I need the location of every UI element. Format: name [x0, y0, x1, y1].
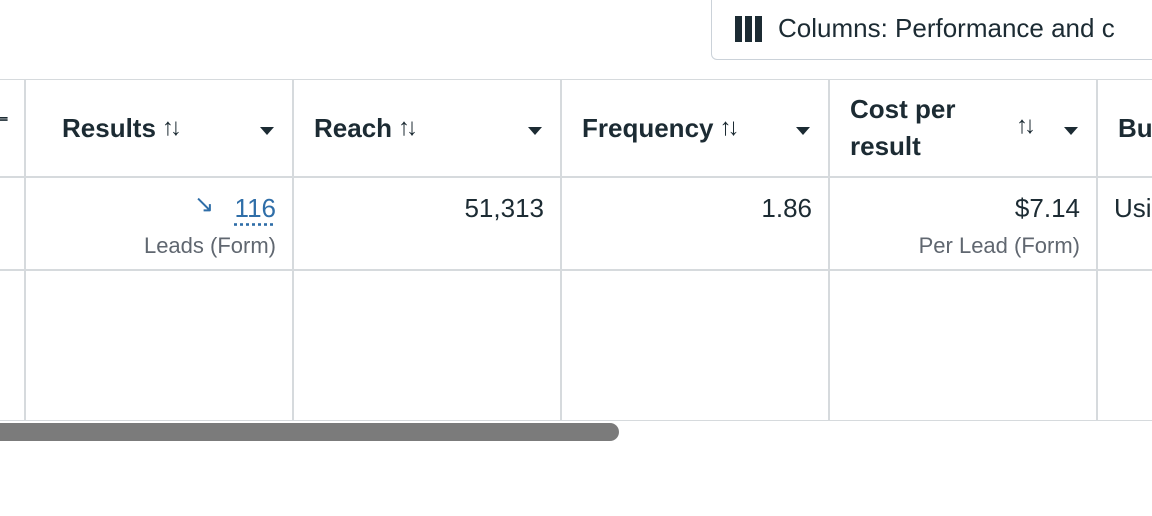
results-sub-label: Leads (Form)	[143, 233, 276, 258]
results-value-link[interactable]: 116	[235, 193, 276, 224]
header-partial-next[interactable]: Bu	[1118, 80, 1152, 176]
column-divider	[560, 80, 562, 420]
reach-value: 51,313	[464, 193, 544, 223]
header-frequency[interactable]: Frequency ↑↓	[582, 80, 802, 176]
header-cost-per-result[interactable]: Cost per result	[850, 80, 1010, 176]
column-divider	[828, 80, 830, 420]
chevron-down-icon[interactable]	[528, 127, 542, 135]
header-cost-line2: result	[850, 131, 921, 161]
sort-icon[interactable]: ↑↓	[1016, 112, 1036, 140]
column-divider	[1096, 80, 1098, 420]
frequency-value: 1.86	[761, 193, 812, 223]
column-divider	[292, 80, 294, 420]
trend-down-icon: ↘	[194, 191, 215, 218]
sort-icon[interactable]: ↑↓	[162, 114, 182, 142]
row-divider	[0, 269, 1152, 271]
partial-column-icon: ⁼	[0, 112, 9, 134]
columns-icon	[735, 15, 762, 42]
horizontal-scrollbar-thumb[interactable]	[0, 423, 619, 441]
header-results-label: Results	[62, 112, 156, 143]
columns-button[interactable]: Columns: Performance and c	[711, 0, 1152, 60]
chevron-down-icon[interactable]	[260, 127, 274, 135]
header-frequency-label: Frequency	[582, 112, 714, 143]
cost-value: $7.14	[1014, 193, 1080, 223]
header-reach[interactable]: Reach ↑↓	[314, 80, 534, 176]
sort-icon[interactable]: ↑↓	[720, 114, 740, 142]
partial-next-value: Usi	[1114, 193, 1152, 223]
header-reach-label: Reach	[314, 112, 393, 143]
header-divider	[0, 176, 1152, 178]
columns-button-label: Columns: Performance and c	[778, 13, 1115, 43]
cost-sub-label: Per Lead (Form)	[918, 233, 1080, 258]
header-cost-line1: Cost per	[850, 94, 956, 124]
column-divider	[24, 80, 26, 420]
chevron-down-icon[interactable]	[1064, 127, 1078, 135]
chevron-down-icon[interactable]	[796, 127, 810, 135]
header-results[interactable]: Results ↑↓	[62, 80, 282, 176]
ads-table: ⁼ Results ↑↓ Reach ↑↓ Frequency ↑↓ Cost …	[0, 79, 1152, 421]
sort-icon[interactable]: ↑↓	[398, 114, 418, 142]
